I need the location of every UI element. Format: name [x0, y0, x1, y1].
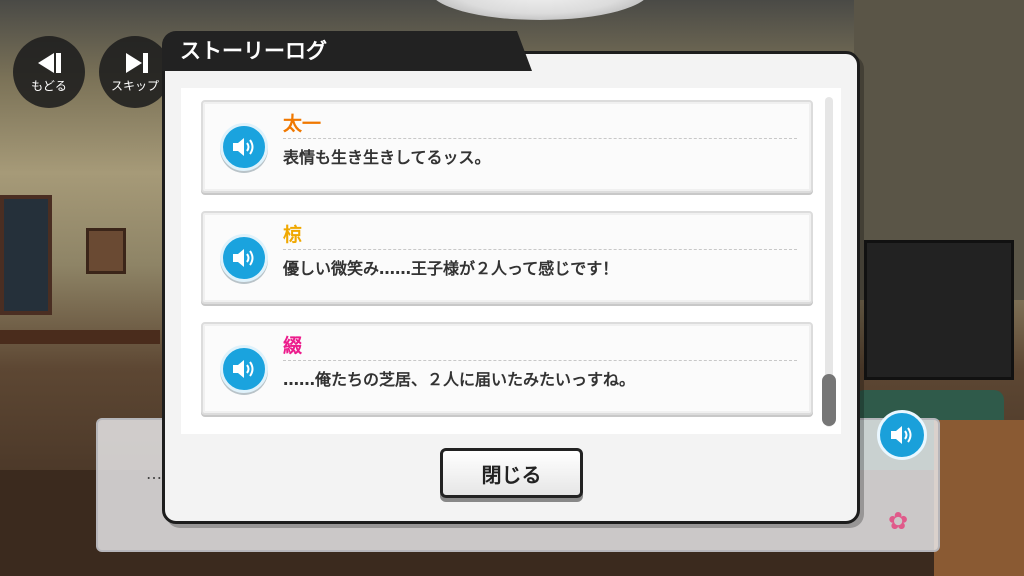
- dialogue-text: ……俺たちの芝居、２人に届いたみたいっすね。: [283, 370, 636, 389]
- voice-replay-button[interactable]: [220, 345, 268, 393]
- log-entry: 太一 表情も生き生きしてるッス。: [201, 100, 813, 193]
- skip-button[interactable]: スキップ: [99, 36, 171, 108]
- speaker-name: 綴: [283, 335, 303, 357]
- skip-button-label: スキップ: [110, 78, 159, 93]
- speaker-icon: [233, 249, 254, 267]
- divider: [283, 138, 797, 139]
- log-entry: 椋 優しい微笑み……王子様が２人って感じです！: [201, 211, 813, 304]
- skip-icon: [126, 52, 148, 73]
- back-button[interactable]: もどる: [13, 36, 85, 108]
- flower-icon: ✿: [887, 507, 909, 535]
- dialog-title: ストーリーログ: [162, 31, 532, 71]
- voice-replay-button[interactable]: [220, 123, 268, 171]
- wall-picture: [86, 228, 126, 274]
- ceiling-lamp: [430, 0, 650, 20]
- speaker-icon: [233, 360, 254, 378]
- wooden-crate: [934, 420, 1024, 576]
- log-entry: 綴 ……俺たちの芝居、２人に届いたみたいっすね。: [201, 322, 813, 415]
- message-text: …: [146, 464, 163, 483]
- divider: [283, 360, 797, 361]
- back-button-label: もどる: [31, 78, 67, 93]
- speaker-icon: [233, 138, 254, 156]
- rewind-icon: [38, 52, 61, 73]
- story-log-list[interactable]: 太一 表情も生き生きしてるッス。 椋 優しい微笑み……王子様が２人って感じです！: [181, 88, 841, 434]
- dining-table: [0, 330, 160, 344]
- message-voice-button[interactable]: [877, 410, 927, 460]
- television: [864, 240, 1014, 380]
- speaker-icon: [891, 426, 912, 444]
- scrollbar-thumb[interactable]: [822, 374, 836, 426]
- dialogue-text: 優しい微笑み……王子様が２人って感じです！: [283, 259, 619, 278]
- dialogue-text: 表情も生き生きしてるッス。: [283, 148, 491, 167]
- divider: [283, 249, 797, 250]
- window: [0, 195, 52, 315]
- speaker-name: 椋: [283, 224, 303, 246]
- voice-replay-button[interactable]: [220, 234, 268, 282]
- close-button[interactable]: 閉じる: [440, 448, 583, 498]
- speaker-name: 太一: [283, 113, 322, 135]
